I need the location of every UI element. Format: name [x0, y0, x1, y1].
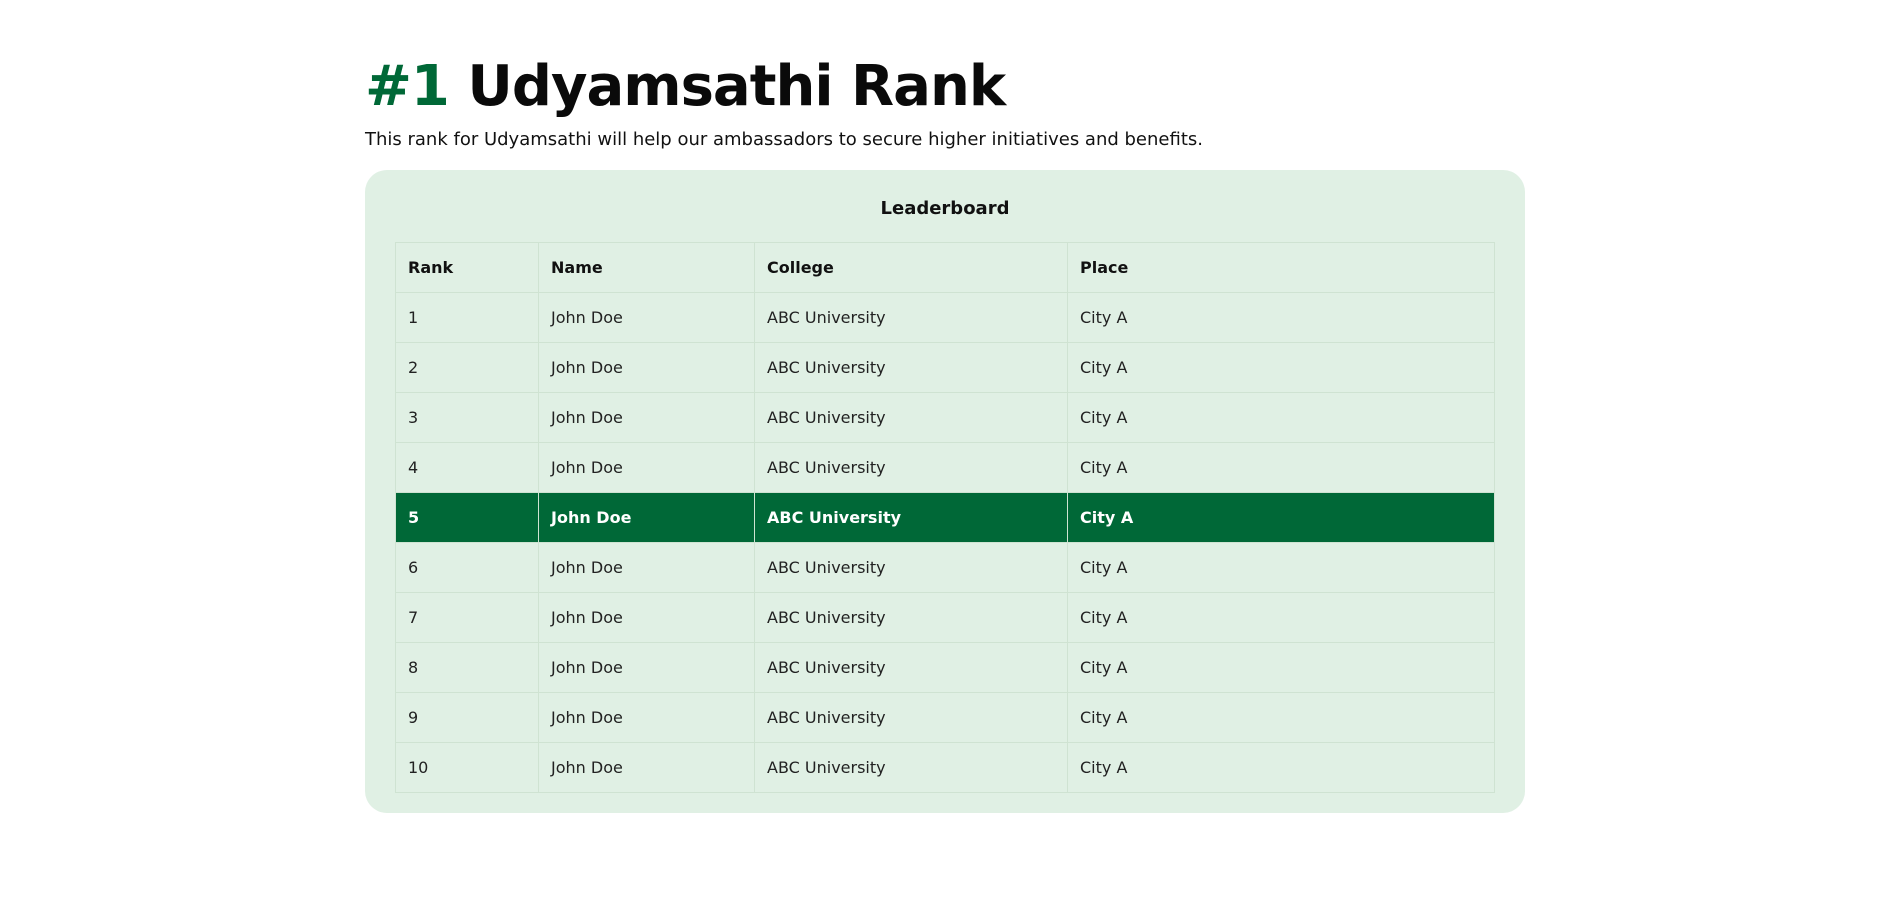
cell-rank: 4	[395, 442, 539, 493]
column-header-name: Name	[538, 242, 755, 293]
cell-rank: 1	[395, 292, 539, 343]
leaderboard-panel: Leaderboard Rank Name College Place 1 Jo…	[365, 170, 1525, 813]
table-row: 1 John Doe ABC University City A	[395, 292, 1495, 343]
cell-name: John Doe	[538, 742, 755, 793]
rank-number: #1	[365, 54, 450, 119]
cell-name: John Doe	[538, 292, 755, 343]
cell-college: ABC University	[754, 542, 1068, 593]
table-row: 2 John Doe ABC University City A	[395, 342, 1495, 393]
cell-place: City A	[1067, 542, 1495, 593]
table-row: 6 John Doe ABC University City A	[395, 542, 1495, 593]
page-title: #1 Udyamsathi Rank	[365, 52, 1525, 122]
page: #1 Udyamsathi Rank This rank for Udyamsa…	[0, 0, 1884, 917]
table-row-highlighted: 5 John Doe ABC University City A	[395, 492, 1495, 543]
table-row: 10 John Doe ABC University City A	[395, 742, 1495, 793]
page-title-text: Udyamsathi Rank	[467, 54, 1006, 119]
cell-college: ABC University	[754, 692, 1068, 743]
table-header-row: Rank Name College Place	[395, 242, 1495, 293]
cell-place: City A	[1067, 342, 1495, 393]
cell-rank: 7	[395, 592, 539, 643]
column-header-college: College	[754, 242, 1068, 293]
main-content: #1 Udyamsathi Rank This rank for Udyamsa…	[365, 52, 1525, 813]
cell-rank: 2	[395, 342, 539, 393]
cell-rank: 3	[395, 392, 539, 443]
cell-name: John Doe	[538, 492, 755, 543]
cell-college: ABC University	[754, 392, 1068, 443]
cell-rank: 8	[395, 642, 539, 693]
column-header-place: Place	[1067, 242, 1495, 293]
cell-place: City A	[1067, 642, 1495, 693]
leaderboard-table: Rank Name College Place 1 John Doe ABC U…	[395, 242, 1495, 793]
cell-place: City A	[1067, 292, 1495, 343]
table-row: 8 John Doe ABC University City A	[395, 642, 1495, 693]
cell-place: City A	[1067, 692, 1495, 743]
column-header-rank: Rank	[395, 242, 539, 293]
leaderboard-body: 1 John Doe ABC University City A 2 John …	[395, 292, 1495, 793]
table-row: 9 John Doe ABC University City A	[395, 692, 1495, 743]
cell-place: City A	[1067, 742, 1495, 793]
cell-name: John Doe	[538, 392, 755, 443]
cell-place: City A	[1067, 592, 1495, 643]
cell-place: City A	[1067, 492, 1495, 543]
cell-name: John Doe	[538, 442, 755, 493]
cell-college: ABC University	[754, 292, 1068, 343]
cell-college: ABC University	[754, 492, 1068, 543]
leaderboard-title: Leaderboard	[880, 198, 1010, 219]
cell-college: ABC University	[754, 342, 1068, 393]
cell-college: ABC University	[754, 642, 1068, 693]
cell-college: ABC University	[754, 592, 1068, 643]
cell-place: City A	[1067, 442, 1495, 493]
cell-name: John Doe	[538, 642, 755, 693]
cell-place: City A	[1067, 392, 1495, 443]
table-row: 4 John Doe ABC University City A	[395, 442, 1495, 493]
cell-college: ABC University	[754, 742, 1068, 793]
cell-college: ABC University	[754, 442, 1068, 493]
page-subtitle: This rank for Udyamsathi will help our a…	[365, 129, 1203, 150]
cell-rank: 5	[395, 492, 539, 543]
table-row: 7 John Doe ABC University City A	[395, 592, 1495, 643]
cell-name: John Doe	[538, 342, 755, 393]
cell-name: John Doe	[538, 692, 755, 743]
cell-rank: 6	[395, 542, 539, 593]
cell-name: John Doe	[538, 592, 755, 643]
cell-name: John Doe	[538, 542, 755, 593]
cell-rank: 10	[395, 742, 539, 793]
cell-rank: 9	[395, 692, 539, 743]
table-row: 3 John Doe ABC University City A	[395, 392, 1495, 443]
